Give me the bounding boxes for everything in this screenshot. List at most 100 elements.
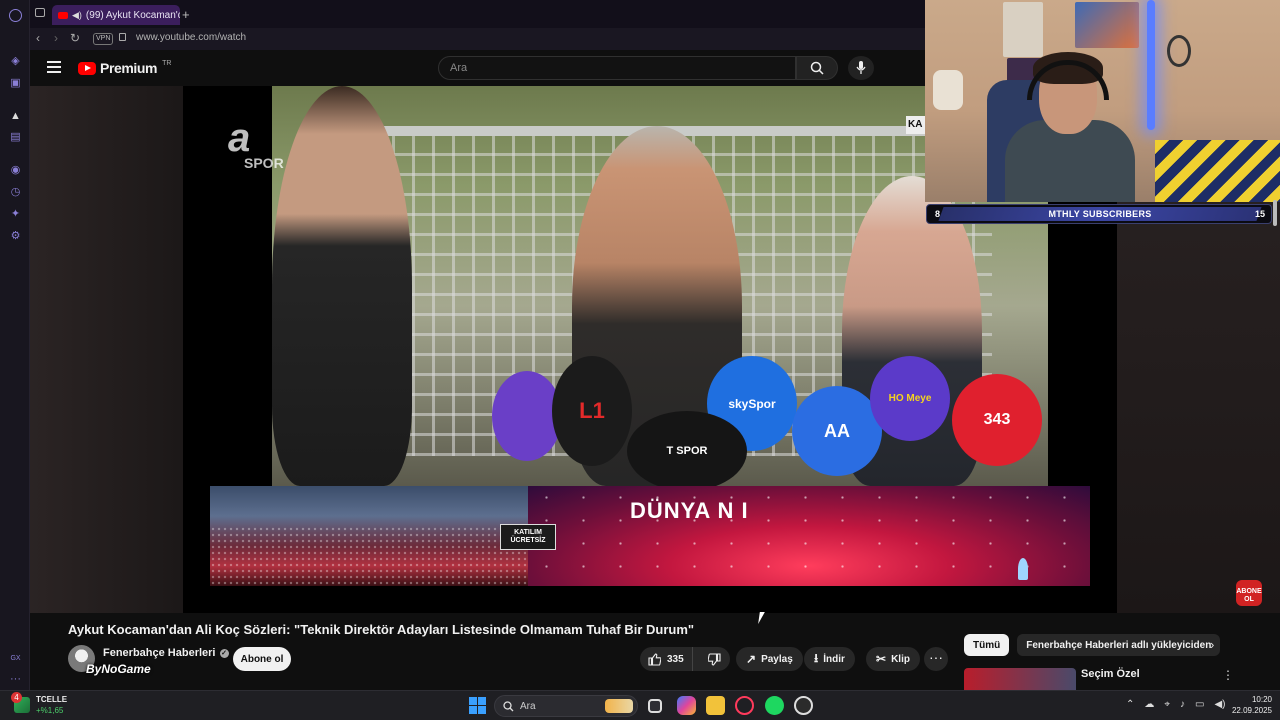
- led-strip: [1147, 0, 1155, 130]
- recommendation-title[interactable]: Seçim Özel: [1081, 668, 1140, 680]
- reload-icon[interactable]: ↻: [70, 31, 80, 45]
- chip-channel[interactable]: Fenerbahçe Haberleri adlı yükleyiciden: [1017, 634, 1221, 656]
- tennis-racket-icon: [1167, 35, 1191, 67]
- logo-region: TR: [162, 60, 172, 67]
- voice-search-button[interactable]: [848, 56, 874, 80]
- ad-banner[interactable]: DÜNYA N I KATILIM ÜCRETSİZ: [210, 486, 1090, 586]
- channel-name-link[interactable]: Fenerbahçe Haberleri ✓: [103, 647, 229, 659]
- mail-icon[interactable]: ▣: [9, 77, 22, 90]
- thumbs-up-icon: [648, 652, 661, 666]
- location-icon[interactable]: ⌖: [1164, 699, 1170, 710]
- file-explorer-icon[interactable]: [706, 696, 725, 715]
- banner-badge: KATILIM ÜCRETSİZ: [500, 524, 556, 550]
- microphone-icon: [856, 61, 866, 74]
- back-icon[interactable]: ‹: [36, 31, 40, 45]
- search-icon: [810, 61, 824, 75]
- opera-logo-icon[interactable]: [9, 9, 22, 22]
- banner-title: DÜNYA N I: [630, 498, 749, 523]
- system-tray: ⌃ ☁ ⌖ ♪ ▭ ◀): [1126, 699, 1226, 710]
- stock-widget[interactable]: 4 TCELLE +%1,65: [11, 692, 67, 716]
- taskbar-search[interactable]: Ara: [494, 695, 638, 717]
- messenger-icon[interactable]: ◈: [9, 55, 22, 68]
- dislike-button[interactable]: [698, 647, 730, 671]
- banner-crowd-image: [210, 486, 528, 586]
- tray-overflow-icon[interactable]: ⌃: [1126, 699, 1134, 710]
- wall-poster-3: [1075, 2, 1139, 48]
- share-icon: ↗: [746, 652, 757, 666]
- microphone-bundle: L1 skySpor AA HO Meye 343 T SPOR: [492, 356, 1048, 486]
- hamburger-menu-icon[interactable]: [47, 61, 61, 73]
- search-button[interactable]: [796, 56, 838, 80]
- extensions-icon[interactable]: ✦: [9, 208, 22, 221]
- youtube-premium-logo[interactable]: Premium TR: [78, 60, 171, 76]
- subscriber-goal-label: MTHLY SUBSCRIBERS: [1048, 209, 1152, 219]
- subscribe-button[interactable]: Abone ol: [233, 647, 291, 671]
- tab-search-icon[interactable]: [35, 8, 45, 17]
- abone-ol-overlay-button[interactable]: ABONE OL: [1236, 580, 1262, 606]
- tab-title: (99) Aykut Kocaman'd: [85, 9, 180, 21]
- mic-tray-icon[interactable]: ♪: [1180, 699, 1185, 710]
- more-actions-button[interactable]: ···: [924, 647, 948, 671]
- wall-figure: [933, 70, 963, 110]
- system-clock[interactable]: 10:20 22.09.2025: [1222, 694, 1272, 716]
- mouse-cursor-icon: [758, 612, 770, 624]
- sidebar-more-icon[interactable]: ···: [9, 673, 22, 686]
- spotify-icon[interactable]: [765, 696, 784, 715]
- url-field[interactable]: www.youtube.com/watch: [136, 32, 246, 43]
- opera-gx-taskbar-icon[interactable]: [735, 696, 754, 715]
- mic-l1: L1: [552, 356, 632, 466]
- page-scrollbar[interactable]: [1273, 200, 1277, 226]
- notification-badge: 4: [11, 692, 22, 703]
- opera-sidebar: ◈ ▣ ▲ ▤ ◉ ◷ ✦ ⚙ GX ···: [0, 0, 30, 690]
- youtube-favicon-icon: [58, 11, 68, 19]
- channel-name: Fenerbahçe Haberleri: [103, 647, 216, 659]
- twitch-icon[interactable]: ▤: [9, 131, 22, 144]
- share-button[interactable]: ↗ Paylaş: [736, 647, 803, 671]
- task-view-icon[interactable]: [648, 699, 662, 713]
- recommendation-chips: Tümü Fenerbahçe Haberleri adlı yükleyici…: [964, 634, 1221, 656]
- mic-tspor: T SPOR: [627, 411, 747, 486]
- stock-chart-icon: 4: [11, 692, 30, 713]
- search-input[interactable]: [439, 57, 795, 79]
- gx-icon[interactable]: GX: [9, 652, 22, 665]
- speaker-icon[interactable]: ◀): [72, 10, 82, 21]
- aspor-watermark-spor: SPOR: [244, 155, 284, 171]
- video-title: Aykut Kocaman'dan Ali Koç Sözleri: "Tekn…: [68, 622, 695, 637]
- youtube-play-icon: [78, 61, 96, 75]
- copilot-icon[interactable]: [677, 696, 696, 715]
- like-button[interactable]: 335: [640, 647, 694, 671]
- search-highlight-icon: [605, 699, 633, 713]
- tab-bar: ◀) (99) Aykut Kocaman'd +: [30, 0, 925, 28]
- clip-button[interactable]: ✂ Klip: [866, 647, 920, 671]
- history-icon[interactable]: ◷: [9, 186, 22, 199]
- forward-icon[interactable]: ›: [54, 31, 58, 45]
- aria-icon[interactable]: ▲: [9, 110, 22, 123]
- onedrive-icon[interactable]: ☁: [1144, 699, 1154, 710]
- streamer-webcam: [925, 0, 1280, 202]
- mic-343: 343: [952, 374, 1042, 466]
- recommendation-menu-icon[interactable]: ⋮: [1222, 668, 1234, 682]
- aspor-watermark-a: a: [228, 116, 251, 160]
- youtube-header: Premium TR: [30, 50, 925, 86]
- like-count: 335: [667, 653, 684, 665]
- subscriber-goal-bar: 8 MTHLY SUBSCRIBERS 15: [926, 204, 1272, 224]
- abone-label-1: ABONE: [1236, 588, 1262, 595]
- wall-poster-1: [1003, 2, 1043, 57]
- bed-blanket: [1155, 140, 1280, 202]
- download-button[interactable]: ⭳ İndir: [804, 647, 855, 671]
- rocket-icon: [1018, 558, 1028, 580]
- vpn-badge[interactable]: VPN: [93, 33, 114, 45]
- banner-stars: [528, 486, 1090, 586]
- windows-start-icon[interactable]: [469, 697, 486, 714]
- obs-icon[interactable]: [794, 696, 813, 715]
- player-icon[interactable]: ◉: [9, 164, 22, 177]
- recommendation-thumbnail[interactable]: [964, 668, 1076, 690]
- chip-all[interactable]: Tümü: [964, 634, 1010, 656]
- download-icon: ⭳: [814, 650, 819, 665]
- tab-youtube[interactable]: ◀) (99) Aykut Kocaman'd: [52, 5, 180, 25]
- settings-icon[interactable]: ⚙: [9, 230, 22, 243]
- chevron-right-icon[interactable]: ›: [1210, 637, 1214, 652]
- new-tab-button[interactable]: +: [182, 7, 190, 22]
- network-icon[interactable]: ▭: [1195, 699, 1204, 710]
- bynogame-overlay-logo: ByNoGame: [86, 662, 151, 676]
